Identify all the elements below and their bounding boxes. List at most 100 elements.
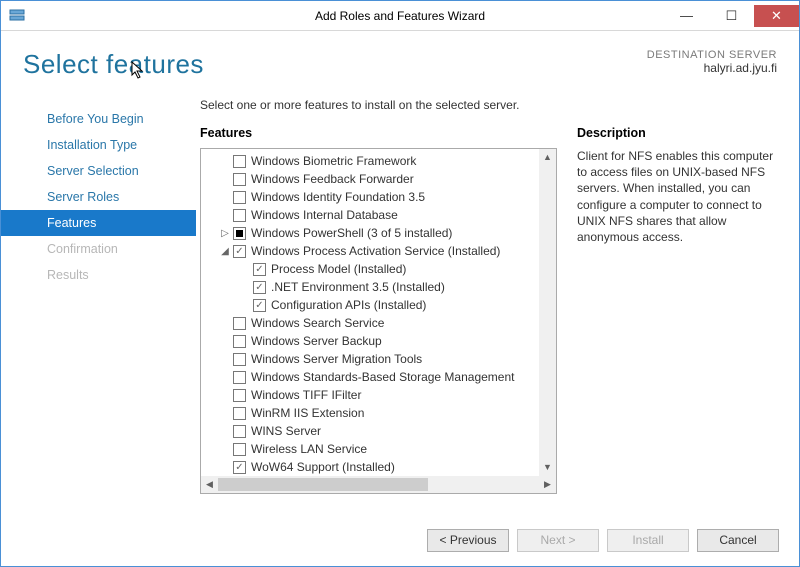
feature-row[interactable]: Windows Standards-Based Storage Manageme… bbox=[205, 368, 552, 386]
feature-label: Windows PowerShell (3 of 5 installed) bbox=[251, 226, 452, 240]
columns: Features Windows Biometric FrameworkWind… bbox=[200, 126, 777, 494]
nav-item-installation-type[interactable]: Installation Type bbox=[1, 132, 196, 158]
feature-row[interactable]: WinRM IIS Extension bbox=[205, 404, 552, 422]
nav-item-confirmation: Confirmation bbox=[1, 236, 196, 262]
cancel-button[interactable]: Cancel bbox=[697, 529, 779, 552]
description-column: Description Client for NFS enables this … bbox=[577, 126, 777, 494]
nav-item-server-selection[interactable]: Server Selection bbox=[1, 158, 196, 184]
feature-row[interactable]: .NET Environment 3.5 (Installed) bbox=[205, 278, 552, 296]
feature-label: Windows Biometric Framework bbox=[251, 154, 416, 168]
feature-row[interactable]: WoW64 Support (Installed) bbox=[205, 458, 552, 476]
scroll-up-icon[interactable]: ▲ bbox=[539, 149, 556, 166]
close-button[interactable]: ✕ bbox=[754, 5, 799, 27]
feature-row[interactable]: Windows Server Migration Tools bbox=[205, 350, 552, 368]
feature-label: WINS Server bbox=[251, 424, 321, 438]
checkbox[interactable] bbox=[233, 461, 246, 474]
checkbox[interactable] bbox=[233, 155, 246, 168]
checkbox[interactable] bbox=[233, 227, 246, 240]
feature-label: Windows Process Activation Service (Inst… bbox=[251, 244, 500, 258]
feature-label: Windows Internal Database bbox=[251, 208, 398, 222]
nav-item-results: Results bbox=[1, 262, 196, 288]
checkbox[interactable] bbox=[233, 389, 246, 402]
checkbox[interactable] bbox=[233, 353, 246, 366]
scroll-right-icon[interactable]: ▶ bbox=[539, 476, 556, 493]
nav-item-server-roles[interactable]: Server Roles bbox=[1, 184, 196, 210]
description-heading: Description bbox=[577, 126, 777, 140]
nav-item-before-you-begin[interactable]: Before You Begin bbox=[1, 106, 196, 132]
checkbox[interactable] bbox=[233, 209, 246, 222]
header: Select features DESTINATION SERVER halyr… bbox=[1, 31, 799, 80]
feature-row[interactable]: Windows TIFF IFilter bbox=[205, 386, 552, 404]
feature-row[interactable]: ◢ Windows Process Activation Service (Ins… bbox=[205, 242, 552, 260]
feature-label: WoW64 Support (Installed) bbox=[251, 460, 395, 474]
checkbox[interactable] bbox=[233, 371, 246, 384]
instruction-text: Select one or more features to install o… bbox=[200, 98, 777, 112]
horizontal-scrollbar[interactable]: ◀ ▶ bbox=[201, 476, 556, 493]
feature-label: WinRM IIS Extension bbox=[251, 406, 364, 420]
checkbox[interactable] bbox=[253, 281, 266, 294]
wizard-nav: Before You BeginInstallation TypeServer … bbox=[1, 98, 196, 494]
feature-row[interactable]: Windows Identity Foundation 3.5 bbox=[205, 188, 552, 206]
window-controls: — ☐ ✕ bbox=[664, 5, 799, 27]
footer: < Previous Next > Install Cancel bbox=[1, 504, 799, 566]
features-heading: Features bbox=[200, 126, 557, 140]
feature-label: Windows Server Migration Tools bbox=[251, 352, 422, 366]
destination-server-name: halyri.ad.jyu.fi bbox=[647, 61, 777, 75]
feature-label: Windows Identity Foundation 3.5 bbox=[251, 190, 425, 204]
checkbox[interactable] bbox=[253, 299, 266, 312]
feature-row[interactable]: Windows Feedback Forwarder bbox=[205, 170, 552, 188]
next-button[interactable]: Next > bbox=[517, 529, 599, 552]
feature-label: Windows Standards-Based Storage Manageme… bbox=[251, 370, 514, 384]
expander-closed-icon[interactable]: ▷ bbox=[219, 228, 231, 239]
feature-row[interactable]: Configuration APIs (Installed) bbox=[205, 296, 552, 314]
feature-label: Process Model (Installed) bbox=[271, 262, 406, 276]
features-tree[interactable]: Windows Biometric Framework Windows Feedb… bbox=[201, 149, 556, 476]
destination-label: DESTINATION SERVER bbox=[647, 49, 777, 61]
scroll-thumb[interactable] bbox=[218, 478, 428, 491]
previous-button[interactable]: < Previous bbox=[427, 529, 509, 552]
feature-row[interactable]: Windows Search Service bbox=[205, 314, 552, 332]
checkbox[interactable] bbox=[233, 425, 246, 438]
checkbox[interactable] bbox=[253, 263, 266, 276]
install-button[interactable]: Install bbox=[607, 529, 689, 552]
feature-label: .NET Environment 3.5 (Installed) bbox=[271, 280, 445, 294]
checkbox[interactable] bbox=[233, 317, 246, 330]
body: Before You BeginInstallation TypeServer … bbox=[1, 80, 799, 504]
feature-row[interactable]: Windows Server Backup bbox=[205, 332, 552, 350]
wizard-window: Add Roles and Features Wizard — ☐ ✕ Sele… bbox=[0, 0, 800, 567]
checkbox[interactable] bbox=[233, 245, 246, 258]
checkbox[interactable] bbox=[233, 191, 246, 204]
titlebar: Add Roles and Features Wizard — ☐ ✕ bbox=[1, 1, 799, 31]
feature-label: Windows TIFF IFilter bbox=[251, 388, 361, 402]
checkbox[interactable] bbox=[233, 335, 246, 348]
scroll-down-icon[interactable]: ▼ bbox=[539, 459, 556, 476]
feature-row[interactable]: Windows Biometric Framework bbox=[205, 152, 552, 170]
scroll-track[interactable] bbox=[428, 476, 539, 493]
feature-label: Windows Feedback Forwarder bbox=[251, 172, 414, 186]
checkbox[interactable] bbox=[233, 443, 246, 456]
feature-label: Configuration APIs (Installed) bbox=[271, 298, 426, 312]
checkbox[interactable] bbox=[233, 173, 246, 186]
feature-row[interactable]: Windows Internal Database bbox=[205, 206, 552, 224]
feature-label: Windows Search Service bbox=[251, 316, 384, 330]
vertical-scrollbar[interactable]: ▲ ▼ bbox=[539, 149, 556, 476]
feature-row[interactable]: Wireless LAN Service bbox=[205, 440, 552, 458]
feature-label: Wireless LAN Service bbox=[251, 442, 367, 456]
cursor-icon bbox=[131, 55, 145, 86]
feature-row[interactable]: WINS Server bbox=[205, 422, 552, 440]
server-manager-icon bbox=[9, 8, 25, 24]
feature-row[interactable]: Process Model (Installed) bbox=[205, 260, 552, 278]
feature-row[interactable]: ▷ Windows PowerShell (3 of 5 installed) bbox=[205, 224, 552, 242]
expander-open-icon[interactable]: ◢ bbox=[219, 246, 231, 257]
features-column: Features Windows Biometric FrameworkWind… bbox=[200, 126, 557, 494]
checkbox[interactable] bbox=[233, 407, 246, 420]
minimize-button[interactable]: — bbox=[664, 5, 709, 27]
feature-label: Windows Server Backup bbox=[251, 334, 382, 348]
main-panel: Select one or more features to install o… bbox=[196, 98, 799, 494]
nav-item-features[interactable]: Features bbox=[1, 210, 196, 236]
scroll-left-icon[interactable]: ◀ bbox=[201, 476, 218, 493]
description-text: Client for NFS enables this computer to … bbox=[577, 148, 777, 245]
page-title: Select features bbox=[23, 49, 204, 80]
features-tree-container: Windows Biometric Framework Windows Feedb… bbox=[200, 148, 557, 494]
maximize-button[interactable]: ☐ bbox=[709, 5, 754, 27]
